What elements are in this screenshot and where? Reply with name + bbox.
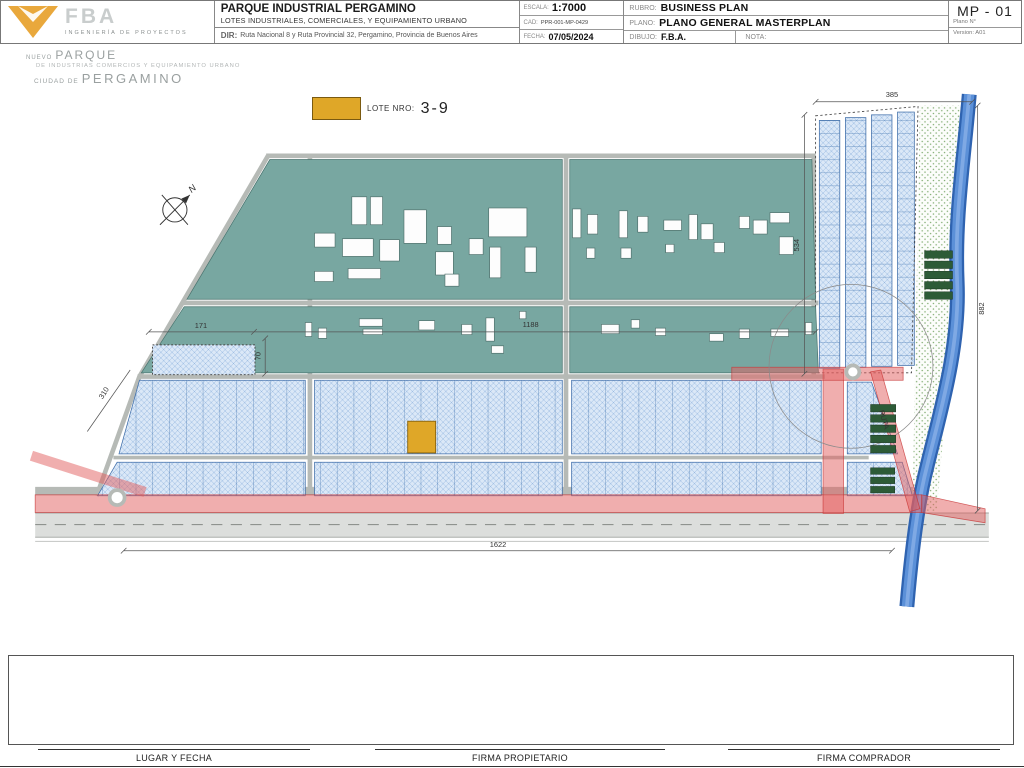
fecha-label: FECHA:: [524, 34, 546, 40]
notes-box: [8, 655, 1014, 745]
svg-text:310: 310: [97, 385, 111, 400]
dir-value: Ruta Nacional 8 y Ruta Provincial 32, Pe…: [240, 32, 477, 39]
site-plan: 1622 171 1188 70 385 534 882: [0, 45, 1024, 655]
svg-text:70: 70: [254, 352, 263, 360]
special-lot: [153, 345, 255, 375]
right-strip-lots: [816, 106, 918, 372]
plano-value: PLANO GENERAL MASTERPLAN: [659, 17, 830, 29]
roundabout-icon: [110, 490, 125, 505]
svg-text:1188: 1188: [523, 320, 539, 329]
logo-tagline: INGENIERÍA DE PROYECTOS: [65, 30, 188, 36]
roundabout-icon: [846, 365, 859, 378]
sheet-cell: MP - 01 Plano N° Version: A01: [949, 1, 1021, 43]
signature-comprador: FIRMA COMPRADOR: [728, 749, 1000, 763]
logo-brand: FBA: [65, 6, 188, 28]
sheet-bottom-rule: [0, 766, 1024, 767]
compass-n-label: N: [186, 182, 198, 194]
masterplan-sheet: FBA INGENIERÍA DE PROYECTOS PARQUE INDUS…: [0, 0, 1024, 768]
svg-text:882: 882: [977, 302, 986, 314]
north-compass-icon: N: [160, 182, 198, 224]
dibujo-value: F.B.A.: [661, 32, 686, 42]
sheet-code: MP - 01: [949, 1, 1021, 19]
highlight-lot-3-9[interactable]: [408, 421, 436, 453]
sheet-version: Version: A01: [949, 28, 1021, 36]
dim-bottom: 1622: [121, 540, 895, 554]
dibujo-label: DIBUJO:: [629, 34, 657, 41]
dim-right-outer: 882: [975, 103, 986, 514]
escala-label: ESCALA:: [524, 5, 549, 11]
svg-text:171: 171: [195, 321, 207, 330]
rubro-value: BUSINESS PLAN: [661, 2, 749, 14]
cad-value: PPR-001-MP-0429: [541, 20, 588, 26]
highway: [35, 513, 989, 542]
project-cell: PARQUE INDUSTRIAL PERGAMINO LOTES INDUST…: [215, 1, 520, 43]
dim-top-right: 385: [813, 90, 975, 104]
logo-cell: FBA INGENIERÍA DE PROYECTOS: [1, 1, 215, 43]
fba-logo-icon: [7, 5, 59, 39]
nota-label: NOTA:: [745, 34, 766, 41]
fecha-value: 07/05/2024: [549, 32, 594, 42]
project-subtitle: LOTES INDUSTRIALES, COMERCIALES, Y EQUIP…: [221, 16, 513, 25]
sheet-number-label: Plano N°: [949, 19, 1021, 28]
plano-label: PLANO:: [629, 20, 655, 27]
svg-text:1622: 1622: [490, 540, 507, 549]
info-cell: RUBRO: BUSINESS PLAN PLANO: PLANO GENERAL …: [624, 1, 949, 43]
svg-text:534: 534: [792, 239, 801, 251]
rubro-label: RUBRO:: [629, 5, 656, 12]
commercial-lot-rows: [98, 380, 913, 495]
cad-label: CAD:: [524, 20, 538, 26]
svg-text:385: 385: [886, 90, 898, 99]
escala-value: 1:7000: [552, 2, 586, 14]
title-block: FBA INGENIERÍA DE PROYECTOS PARQUE INDUS…: [0, 0, 1022, 44]
dir-label: DIR:: [221, 31, 237, 40]
project-title: PARQUE INDUSTRIAL PERGAMINO: [221, 3, 513, 16]
signature-lugar-fecha: LUGAR Y FECHA: [38, 749, 310, 763]
meta-cell: ESCALA:1:7000 CAD:PPR-001-MP-0429 FECHA:…: [520, 1, 625, 43]
signature-propietario: FIRMA PROPIETARIO: [375, 749, 665, 763]
